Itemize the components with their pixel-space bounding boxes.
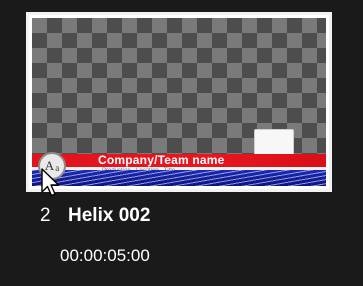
clip-tile[interactable]: Company/Team name Production · Location … xyxy=(0,0,363,286)
clip-duration: 00:00:05:00 xyxy=(60,246,150,265)
clip-thumbnail: Company/Team name Production · Location … xyxy=(32,18,326,186)
clip-thumbnail-frame[interactable]: Company/Team name Production · Location … xyxy=(26,12,332,192)
lower-third-blue-wave xyxy=(32,170,326,186)
lower-third-preview: Company/Team name Production · Location … xyxy=(32,150,326,186)
clip-name[interactable]: Helix 002 xyxy=(68,204,150,228)
lower-third-title: Company/Team name xyxy=(98,153,225,167)
arrow-cursor-icon xyxy=(41,168,60,197)
clip-index: 2 xyxy=(40,205,51,226)
